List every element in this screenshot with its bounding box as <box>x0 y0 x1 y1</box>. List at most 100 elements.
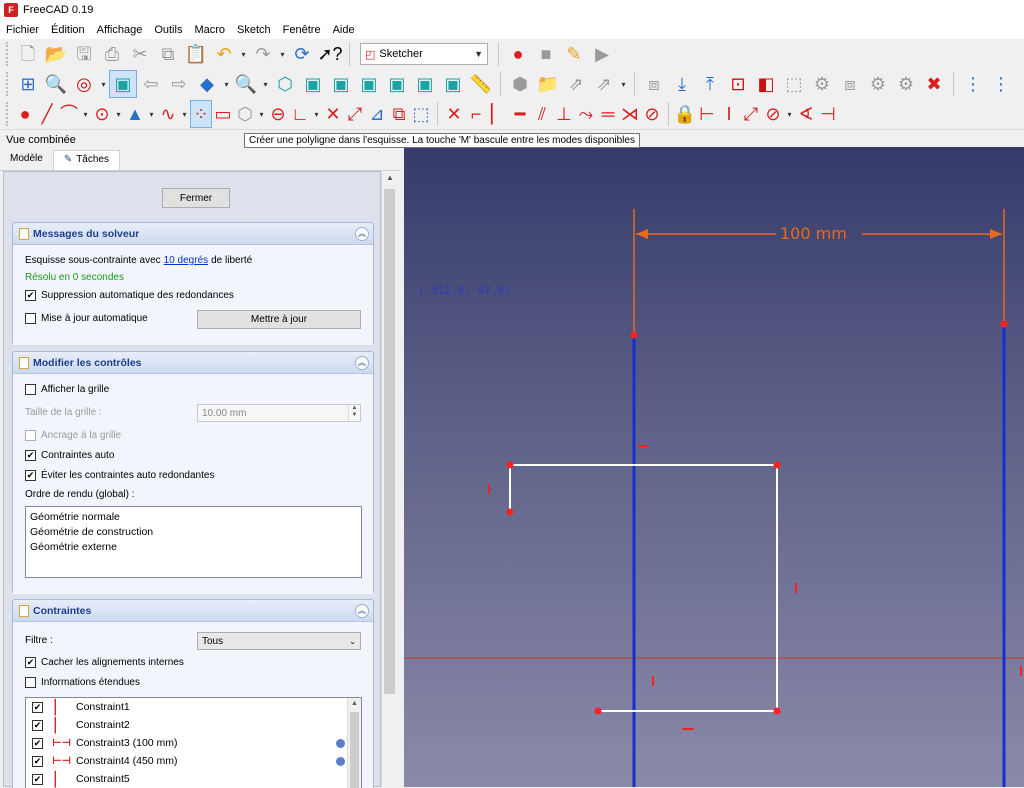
hide-internal-checkbox[interactable]: ✔ Cacher les alignements internes <box>25 657 184 668</box>
fillet-icon[interactable]: ∟ <box>290 101 310 127</box>
undo-icon[interactable]: ↶ <box>211 41 237 67</box>
tab-tasks[interactable]: ✎ Tâches <box>52 150 120 170</box>
scroll-up-icon[interactable]: ▲ <box>351 700 358 707</box>
refraction-constraint-icon[interactable]: ⊣ <box>818 101 838 127</box>
circle-dropdown-icon[interactable]: ▾ <box>114 101 123 127</box>
horizontal-distance-icon[interactable]: ⊢ <box>697 101 717 127</box>
sketch-polyline[interactable] <box>509 464 778 712</box>
carbon-copy-icon[interactable]: ⧉ <box>389 101 409 127</box>
equal-constraint-icon[interactable]: ═ <box>598 101 618 127</box>
visibility-icon[interactable] <box>336 738 345 748</box>
collapse-icon[interactable]: ︽ <box>355 603 369 618</box>
zoom-icon[interactable]: 🔍 <box>233 71 259 97</box>
forward-icon[interactable]: ⇨ <box>166 71 192 97</box>
checkbox-checked-icon[interactable]: ✔ <box>32 701 43 713</box>
open-document-icon[interactable]: 📂 <box>43 41 69 67</box>
dimension-label[interactable]: 100 mm <box>780 224 847 243</box>
avoid-redundant-checkbox[interactable]: ✔ Éviter les contraintes auto redondante… <box>25 470 214 481</box>
update-button[interactable]: Mettre à jour <box>197 310 361 329</box>
link-dropdown-icon[interactable]: ▾ <box>619 71 628 97</box>
constraint-row[interactable]: ✔ ⊢⊣ Constraint3 (100 mm) <box>26 734 361 752</box>
block-constraint-icon[interactable]: ⊘ <box>642 101 662 127</box>
grid-icon[interactable]: ⚙ <box>893 71 919 97</box>
save-icon[interactable]: 🖫 <box>71 41 97 67</box>
merge-sketches-icon[interactable]: ⚙ <box>809 71 835 97</box>
view-right-icon[interactable]: ▣ <box>356 71 382 97</box>
point-icon[interactable]: ● <box>15 101 35 127</box>
conic-dropdown-icon[interactable]: ▾ <box>147 101 156 127</box>
sketch-canvas[interactable] <box>404 147 1024 787</box>
fit-all-icon[interactable]: ⊞ <box>15 71 41 97</box>
symmetric-constraint-icon[interactable]: ⋊ <box>620 101 640 127</box>
vertex-point[interactable] <box>506 461 514 469</box>
vertex-point[interactable] <box>506 508 514 516</box>
circle-icon[interactable]: ⊙ <box>92 101 112 127</box>
grid-size-spinbox[interactable]: 10.00 mm ▲ ▼ <box>197 404 361 422</box>
cut-icon[interactable]: ✂ <box>127 41 153 67</box>
paste-icon[interactable]: 📋 <box>183 41 209 67</box>
tangent-constraint-icon[interactable]: ⤳ <box>576 101 596 127</box>
construction-mode-icon[interactable]: ⬚ <box>411 101 431 127</box>
macro-edit-icon[interactable]: ✎ <box>561 41 587 67</box>
new-sketch-icon[interactable]: ⧈ <box>641 71 667 97</box>
copy-icon[interactable]: ⧉ <box>155 41 181 67</box>
polygon-icon[interactable]: ⬡ <box>235 101 255 127</box>
parallel-constraint-icon[interactable]: ⫽ <box>532 101 552 127</box>
menu-file[interactable]: Fichier <box>0 24 45 36</box>
sketcher-tools-icon[interactable]: ⋮ <box>988 71 1014 97</box>
vertex-point[interactable] <box>630 331 638 339</box>
angle-constraint-icon[interactable]: ∢ <box>796 101 816 127</box>
render-order-item[interactable]: Géométrie de construction <box>30 526 357 541</box>
extended-info-checkbox[interactable]: Informations étendues <box>25 677 140 688</box>
view-bottom-icon[interactable]: ▣ <box>412 71 438 97</box>
toggle-construction-icon[interactable]: ⋮ <box>960 71 986 97</box>
constraint-row[interactable]: ✔ ▏ Constraint1 <box>26 698 361 716</box>
print-icon[interactable]: ⎙ <box>99 41 125 67</box>
polyline-icon[interactable]: ⁘ <box>190 100 212 128</box>
bspline-dropdown-icon[interactable]: ▾ <box>180 101 189 127</box>
menu-view[interactable]: Affichage <box>91 24 149 36</box>
constraint-row[interactable]: ✔ ⊢⊣ Constraint4 (450 mm) <box>26 752 361 770</box>
task-panel-scrollbar[interactable]: ▲ <box>381 171 397 787</box>
checkbox-checked-icon[interactable]: ✔ <box>32 755 43 767</box>
redo-dropdown-icon[interactable]: ▾ <box>278 41 287 67</box>
checkbox-checked-icon[interactable]: ✔ <box>32 737 43 749</box>
auto-remove-redundants-checkbox[interactable]: ✔ Suppression automatique des redondance… <box>25 290 234 301</box>
std-views-icon[interactable]: ◆ <box>194 71 220 97</box>
draw-style-icon[interactable]: ◎ <box>71 71 97 97</box>
constraints-list[interactable]: ✔ ▏ Constraint1 ✔ ▏ Constraint2 ✔ ⊢⊣ Con… <box>25 697 362 788</box>
slot-icon[interactable]: ⊖ <box>268 101 288 127</box>
menu-edit[interactable]: Édition <box>45 24 91 36</box>
refresh-icon[interactable]: ⟳ <box>289 41 315 67</box>
checkbox-checked-icon[interactable]: ✔ <box>32 773 43 785</box>
close-button[interactable]: Fermer <box>162 188 230 208</box>
macro-record-icon[interactable]: ● <box>505 41 531 67</box>
degrees-of-freedom-link[interactable]: 10 degrés <box>164 255 208 266</box>
sync-view-icon[interactable]: ▣ <box>109 70 137 98</box>
external-geometry-icon[interactable]: ⊿ <box>367 101 387 127</box>
validate-sketch-icon[interactable]: ⬚ <box>781 71 807 97</box>
vertex-point[interactable] <box>773 461 781 469</box>
polygon-dropdown-icon[interactable]: ▾ <box>257 101 266 127</box>
conic-icon[interactable]: ▲ <box>125 101 145 127</box>
view-sketch-icon[interactable]: ⤒ <box>697 71 723 97</box>
trim-icon[interactable]: ✕ <box>323 101 343 127</box>
measure-icon[interactable]: 📏 <box>468 71 494 97</box>
render-order-item[interactable]: Géométrie externe <box>30 541 357 556</box>
bspline-icon[interactable]: ∿ <box>158 101 178 127</box>
redo-icon[interactable]: ↷ <box>250 41 276 67</box>
constraints-list-scrollbar[interactable]: ▲ <box>347 698 361 788</box>
group-icon[interactable]: 📁 <box>535 71 561 97</box>
perpendicular-constraint-icon[interactable]: ⊥ <box>554 101 574 127</box>
link-actions-icon[interactable]: ⇗ <box>591 71 617 97</box>
auto-constraints-checkbox[interactable]: ✔ Contraintes auto <box>25 450 114 461</box>
vertex-point[interactable] <box>1000 320 1008 328</box>
leave-sketch-icon[interactable]: ⤓ <box>669 71 695 97</box>
macro-run-icon[interactable]: ▶ <box>589 41 615 67</box>
collapse-icon[interactable]: ︽ <box>355 226 369 241</box>
view-rear-icon[interactable]: ▣ <box>384 71 410 97</box>
mirror-sketch-icon[interactable]: ⧈ <box>837 71 863 97</box>
vertex-point[interactable] <box>773 707 781 715</box>
show-grid-checkbox[interactable]: Afficher la grille <box>25 384 109 395</box>
filter-select[interactable]: Tous ⌄ <box>197 632 361 650</box>
